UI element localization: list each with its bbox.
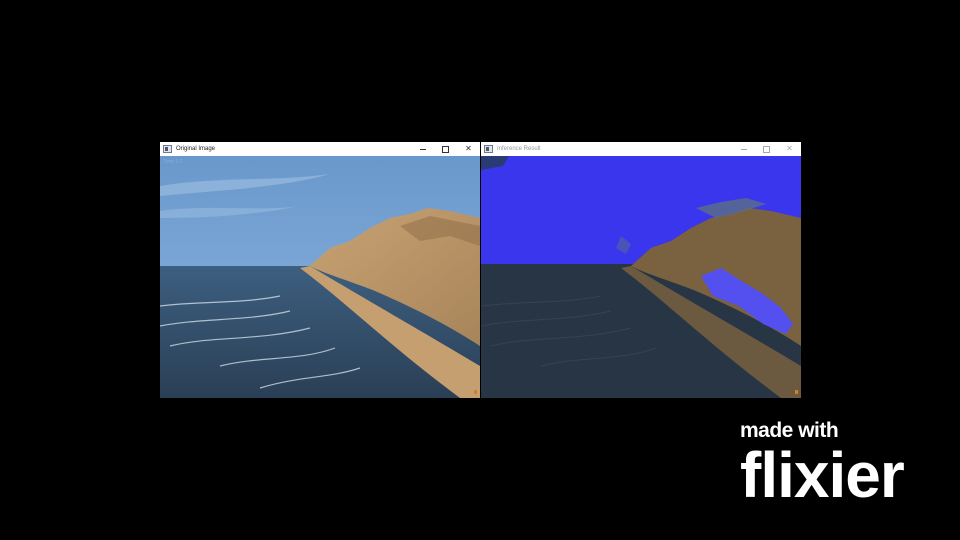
flixier-watermark: made with flixier	[740, 419, 905, 511]
inference-result-window[interactable]: Inference Result ✕	[481, 142, 801, 398]
maximize-button[interactable]	[434, 142, 457, 156]
corner-marker	[795, 390, 798, 394]
minimize-icon	[419, 148, 426, 150]
frame-overlay-text: Time 1.0	[163, 159, 183, 165]
maximize-icon	[442, 145, 449, 153]
close-button[interactable]: ✕	[778, 142, 801, 156]
inference-result-titlebar[interactable]: Inference Result ✕	[481, 142, 801, 156]
maximize-icon	[763, 145, 770, 153]
app-icon	[163, 145, 172, 153]
beach-photo	[160, 156, 480, 398]
window-controls: ✕	[411, 142, 480, 156]
segmentation-overlay-photo	[481, 156, 801, 398]
watermark-line-1: made with	[740, 419, 839, 442]
window-controls: ✕	[732, 142, 801, 156]
maximize-button[interactable]	[755, 142, 778, 156]
window-title: Original Image	[176, 146, 216, 152]
minimize-button[interactable]	[732, 142, 755, 156]
app-icon	[484, 145, 493, 153]
minimize-icon	[740, 148, 747, 150]
corner-marker	[474, 390, 477, 394]
watermark-logo-text: flixier	[740, 439, 905, 511]
close-button[interactable]: ✕	[457, 142, 480, 156]
original-image-window[interactable]: Original Image ✕ Time 1.0	[160, 142, 480, 398]
original-image-canvas[interactable]: Time 1.0	[160, 156, 480, 398]
minimize-button[interactable]	[411, 142, 434, 156]
inference-result-canvas[interactable]	[481, 156, 801, 398]
window-title: Inference Result	[497, 146, 541, 152]
original-image-titlebar[interactable]: Original Image ✕	[160, 142, 480, 156]
